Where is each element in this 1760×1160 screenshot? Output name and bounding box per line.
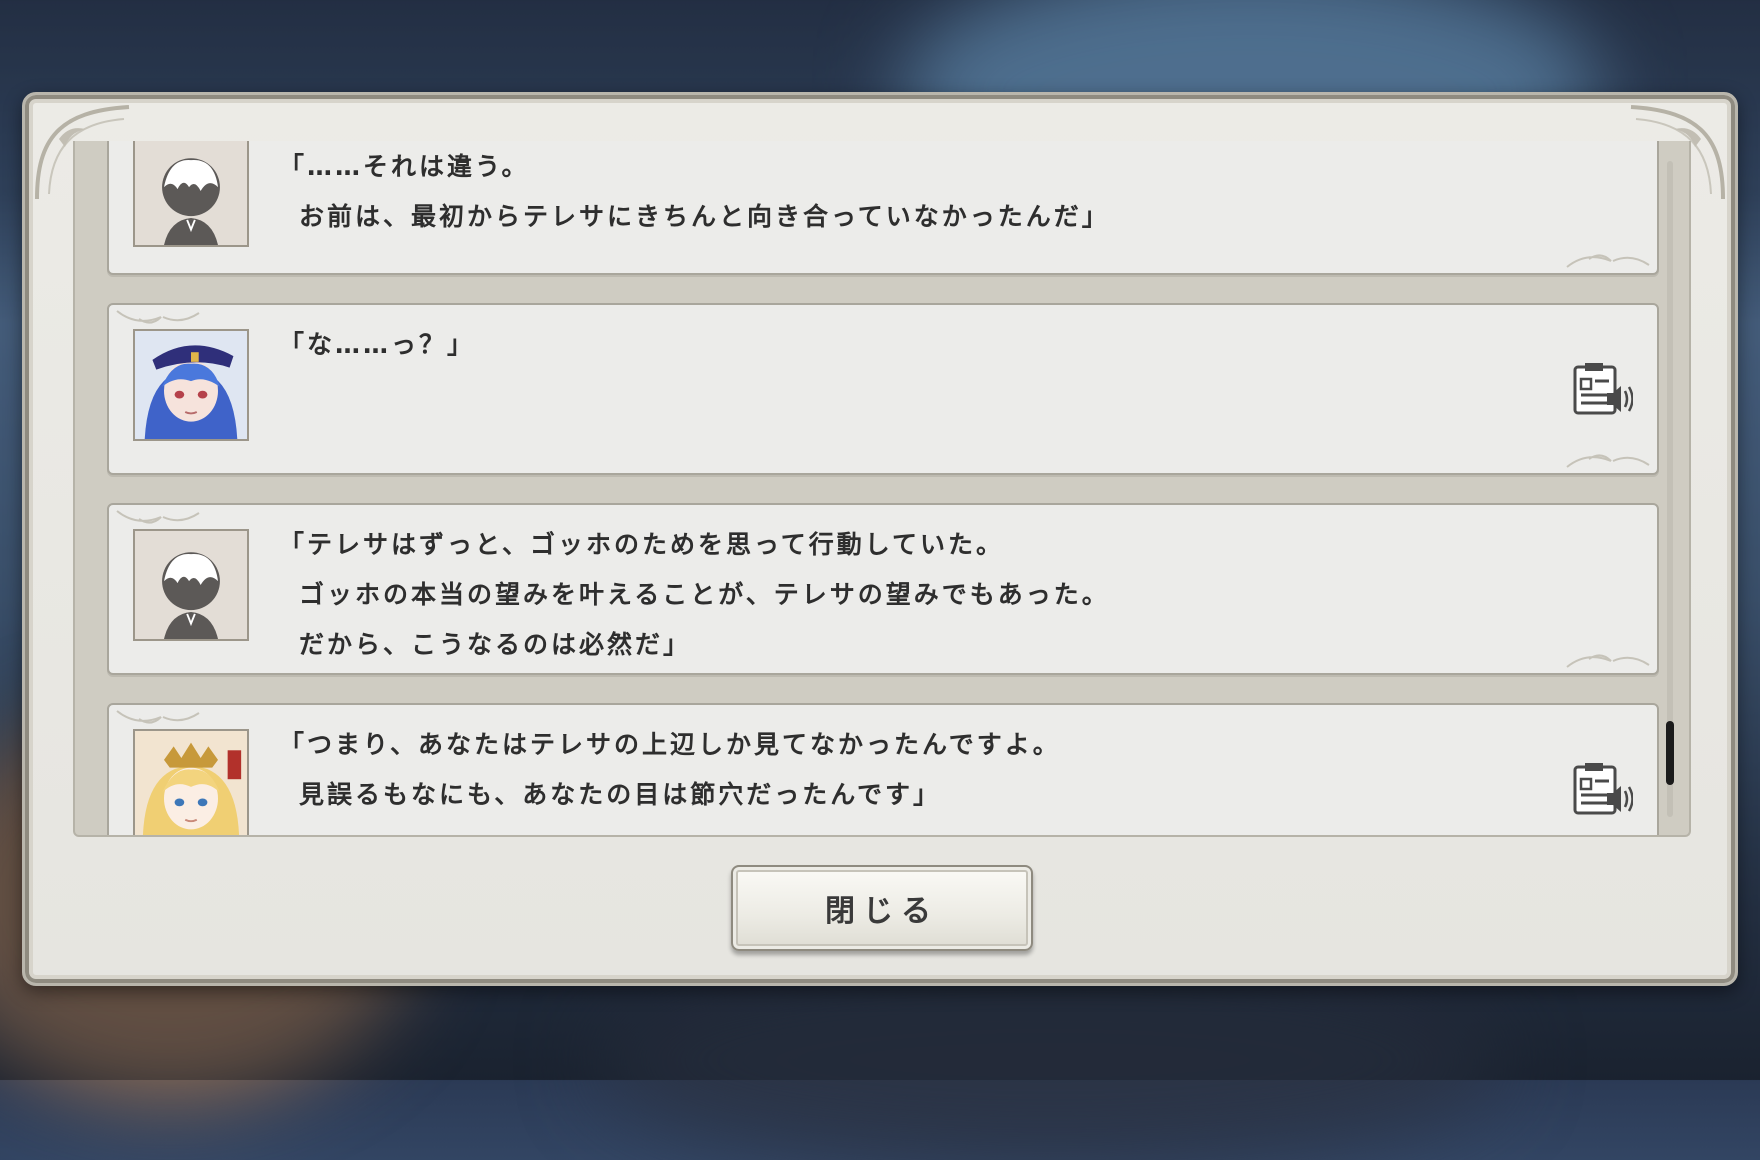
dialogue-line: 「つまり、あなたはテレサの上辺しか見てなかったんですよ。 [279, 730, 1061, 759]
scrollbar-track[interactable] [1666, 161, 1674, 817]
voice-replay-button[interactable] [1571, 763, 1634, 817]
blue-haired-girl-portrait [135, 331, 247, 439]
silhouette-avatar-icon [162, 552, 220, 639]
flourish-ornament [116, 510, 200, 524]
voice-replay-button[interactable] [1571, 363, 1634, 417]
dialogue-line: 「テレサはずっと、ゴッホのためを思って行動していた。 [279, 530, 1005, 559]
silhouette-avatar-icon [162, 158, 220, 245]
voice-replay-icon [1573, 363, 1634, 415]
log-entry: 「……それは違う。 お前は、最初からテレサにきちんと向き合っていなかったんだ」 [107, 141, 1659, 275]
log-entry: 「つまり、あなたはテレサの上辺しか見てなかったんですよ。 見誤るもなにも、あなた… [107, 703, 1659, 835]
dialogue-line: だから、こうなるのは必然だ」 [299, 630, 692, 659]
log-entry: 「な……っ？」 [107, 303, 1659, 475]
dialogue-line: ゴッホの本当の望みを叶えることが、テレサの望みでもあった。 [299, 580, 1110, 609]
scrollbar-thumb[interactable] [1666, 721, 1674, 785]
flourish-ornament [116, 310, 200, 324]
backlog-scroll-area[interactable]: 「……それは違う。 お前は、最初からテレサにきちんと向き合っていなかったんだ」 [75, 141, 1689, 835]
flourish-ornament [1566, 654, 1650, 668]
backlog-dialog: 「……それは違う。 お前は、最初からテレサにきちんと向き合っていなかったんだ」 [22, 92, 1738, 986]
dialogue-line: 見誤るもなにも、あなたの目は節穴だったんです」 [299, 780, 942, 809]
dialogue-line: 「……それは違う。 [279, 152, 530, 181]
speaker-avatar [133, 141, 249, 247]
voice-replay-icon [1573, 763, 1634, 815]
backlog-list[interactable]: 「……それは違う。 お前は、最初からテレサにきちんと向き合っていなかったんだ」 [73, 141, 1691, 837]
dialogue-line: 「な……っ？」 [279, 330, 476, 359]
dialogue-line: お前は、最初からテレサにきちんと向き合っていなかったんだ」 [299, 202, 1110, 231]
flourish-ornament [1566, 454, 1650, 468]
flourish-ornament [1566, 254, 1650, 268]
speaker-avatar [133, 729, 249, 835]
flourish-ornament [116, 710, 200, 724]
close-button[interactable]: 閉じる [731, 865, 1033, 951]
close-button-label: 閉じる [825, 894, 939, 929]
blonde-girl-portrait [135, 731, 247, 835]
speaker-avatar [133, 329, 249, 441]
log-entry: 「テレサはずっと、ゴッホのためを思って行動していた。 ゴッホの本当の望みを叶える… [107, 503, 1659, 675]
speaker-avatar [133, 529, 249, 641]
